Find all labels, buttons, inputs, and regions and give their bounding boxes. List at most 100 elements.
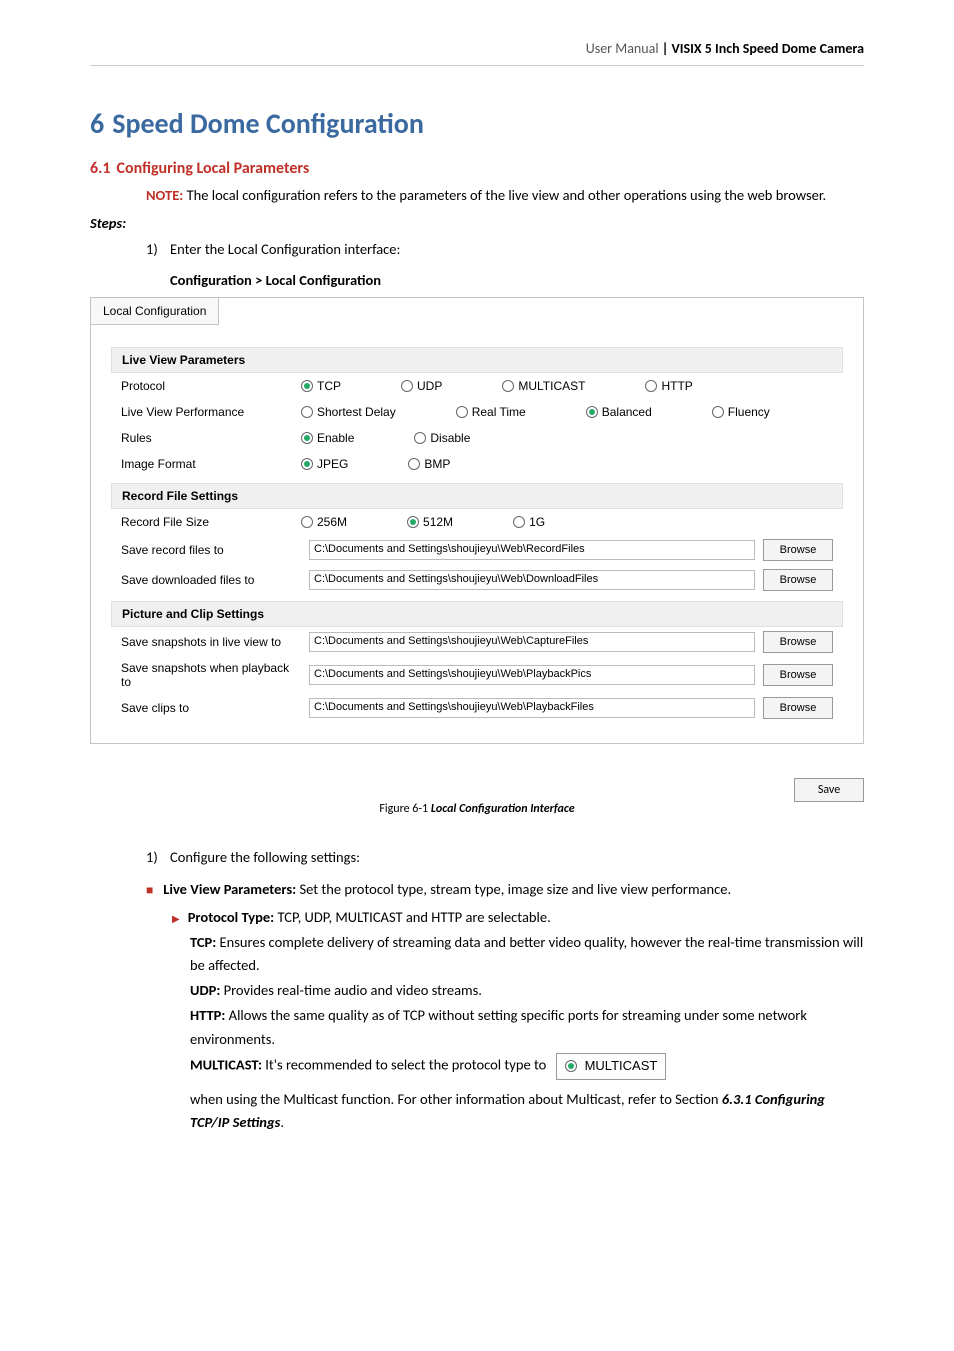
radio-icon	[301, 380, 313, 392]
row-image-format: Image Format JPEG BMP	[111, 451, 843, 477]
input-save-download[interactable]: C:\Documents and Settings\shoujieyu\Web\…	[309, 570, 755, 590]
bullet-live-view-params: ■ Live View Parameters: Set the protocol…	[146, 878, 864, 901]
label-save-record: Save record files to	[121, 543, 301, 557]
triangle-bullet-icon: ▶	[172, 911, 180, 929]
radio-multicast[interactable]: MULTICAST	[502, 379, 585, 393]
http-text: Allows the same quality as of TCP withou…	[190, 1006, 807, 1047]
step-2: 1)Configure the following settings:	[146, 846, 864, 868]
radio-icon	[301, 432, 313, 444]
figure-number: Figure 6-1	[379, 802, 430, 816]
breadcrumb: Configuration > Local Configuration	[170, 271, 864, 289]
browse-button[interactable]: Browse	[763, 697, 833, 719]
radio-512m[interactable]: 512M	[407, 515, 453, 529]
figure-caption: Figure 6-1 Local Configuration Interface	[90, 802, 864, 816]
radio-icon	[301, 458, 313, 470]
figure-title: Local Configuration Interface	[431, 802, 575, 816]
radio-jpeg[interactable]: JPEG	[301, 457, 348, 471]
browse-button[interactable]: Browse	[763, 664, 833, 686]
radio-realtime[interactable]: Real Time	[456, 405, 526, 419]
input-snap-playback[interactable]: C:\Documents and Settings\shoujieyu\Web\…	[309, 665, 755, 685]
ptype-label: Protocol Type:	[188, 908, 274, 926]
radio-http[interactable]: HTTP	[645, 379, 692, 393]
radio-icon	[513, 516, 525, 528]
row-rules: Rules Enable Disable	[111, 425, 843, 451]
radio-icon	[712, 406, 724, 418]
note-text: The local configuration refers to the pa…	[183, 186, 826, 204]
chapter-heading: 6Speed Dome Configuration	[90, 106, 864, 141]
lv-params-text: Set the protocol type, stream type, imag…	[296, 880, 731, 898]
radio-icon	[502, 380, 514, 392]
radio-icon	[301, 406, 313, 418]
product-name: | VISIX 5 Inch Speed Dome Camera	[659, 40, 864, 57]
local-config-panel: Local Configuration Live View Parameters…	[90, 297, 864, 744]
step-index: 1)	[146, 238, 170, 260]
udp-text: Provides real-time audio and video strea…	[220, 981, 482, 999]
note-block: NOTE: The local configuration refers to …	[146, 184, 864, 206]
step-text: Enter the Local Configuration interface:	[170, 240, 400, 258]
row-save-record: Save record files to C:\Documents and Se…	[111, 535, 843, 565]
radio-fluency[interactable]: Fluency	[712, 405, 770, 419]
radio-disable[interactable]: Disable	[414, 431, 470, 445]
multicast-dot: .	[280, 1113, 284, 1131]
steps-label: Steps:	[90, 214, 864, 232]
input-snap-live[interactable]: C:\Documents and Settings\shoujieyu\Web\…	[309, 632, 755, 652]
browse-button[interactable]: Browse	[763, 569, 833, 591]
radio-icon	[401, 380, 413, 392]
radio-icon	[301, 516, 313, 528]
radio-1g[interactable]: 1G	[513, 515, 545, 529]
label-rfs: Record File Size	[121, 515, 301, 529]
section-number: 6.1	[90, 159, 111, 178]
steps-list: 1)Enter the Local Configuration interfac…	[146, 238, 864, 260]
http-label: HTTP:	[190, 1006, 225, 1024]
chapter-number: 6	[90, 106, 104, 141]
chapter-title: Speed Dome Configuration	[112, 106, 424, 141]
radio-udp[interactable]: UDP	[401, 379, 442, 393]
multicast-radio-label: MULTICAST	[585, 1056, 658, 1077]
section-heading: 6.1Configuring Local Parameters	[90, 159, 864, 178]
label-protocol: Protocol	[121, 379, 301, 393]
ptype-text: TCP, UDP, MULTICAST and HTTP are selecta…	[274, 908, 551, 926]
save-button[interactable]: Save	[794, 778, 864, 802]
label-rules: Rules	[121, 431, 301, 445]
label-performance: Live View Performance	[121, 405, 301, 419]
note-label: NOTE:	[146, 186, 183, 204]
radio-tcp[interactable]: TCP	[301, 379, 341, 393]
bullet-protocol-type: ▶ Protocol Type: TCP, UDP, MULTICAST and…	[172, 906, 864, 929]
section-record-file: Record File Settings	[111, 483, 843, 509]
panel-tab[interactable]: Local Configuration	[91, 298, 219, 325]
label-save-clips: Save clips to	[121, 701, 301, 715]
section-picture-clip: Picture and Clip Settings	[111, 601, 843, 627]
radio-balanced[interactable]: Balanced	[586, 405, 652, 419]
steps-list-2: 1)Configure the following settings:	[146, 846, 864, 868]
multicast-radio-image: MULTICAST	[556, 1053, 667, 1080]
browse-button[interactable]: Browse	[763, 631, 833, 653]
browse-button[interactable]: Browse	[763, 539, 833, 561]
label-image-format: Image Format	[121, 457, 301, 471]
radio-shortest[interactable]: Shortest Delay	[301, 405, 396, 419]
section-live-view: Live View Parameters	[111, 347, 843, 373]
multicast-pre: It's recommended to select the protocol …	[262, 1055, 550, 1073]
page-header: User Manual | VISIX 5 Inch Speed Dome Ca…	[90, 40, 864, 66]
bullet-content: ■ Live View Parameters: Set the protocol…	[146, 878, 864, 1133]
radio-icon	[456, 406, 468, 418]
radio-icon	[645, 380, 657, 392]
radio-enable[interactable]: Enable	[301, 431, 354, 445]
multicast-label: MULTICAST:	[190, 1055, 262, 1073]
input-save-clips[interactable]: C:\Documents and Settings\shoujieyu\Web\…	[309, 698, 755, 718]
udp-desc: UDP: Provides real-time audio and video …	[190, 979, 864, 1002]
tcp-desc: TCP: Ensures complete delivery of stream…	[190, 931, 864, 977]
label-snap-playback: Save snapshots when playback to	[121, 661, 301, 689]
row-performance: Live View Performance Shortest Delay Rea…	[111, 399, 843, 425]
row-save-clips: Save clips to C:\Documents and Settings\…	[111, 693, 843, 723]
row-record-file-size: Record File Size 256M 512M 1G	[111, 509, 843, 535]
radio-icon	[414, 432, 426, 444]
radio-bmp[interactable]: BMP	[408, 457, 450, 471]
tcp-text: Ensures complete delivery of streaming d…	[190, 933, 863, 974]
manual-label: User Manual	[586, 40, 659, 57]
row-save-download: Save downloaded files to C:\Documents an…	[111, 565, 843, 595]
square-bullet-icon: ■	[146, 882, 153, 901]
label-snap-live: Save snapshots in live view to	[121, 635, 301, 649]
multicast-desc: MULTICAST: It's recommended to select th…	[190, 1053, 864, 1134]
input-save-record[interactable]: C:\Documents and Settings\shoujieyu\Web\…	[309, 540, 755, 560]
radio-256m[interactable]: 256M	[301, 515, 347, 529]
